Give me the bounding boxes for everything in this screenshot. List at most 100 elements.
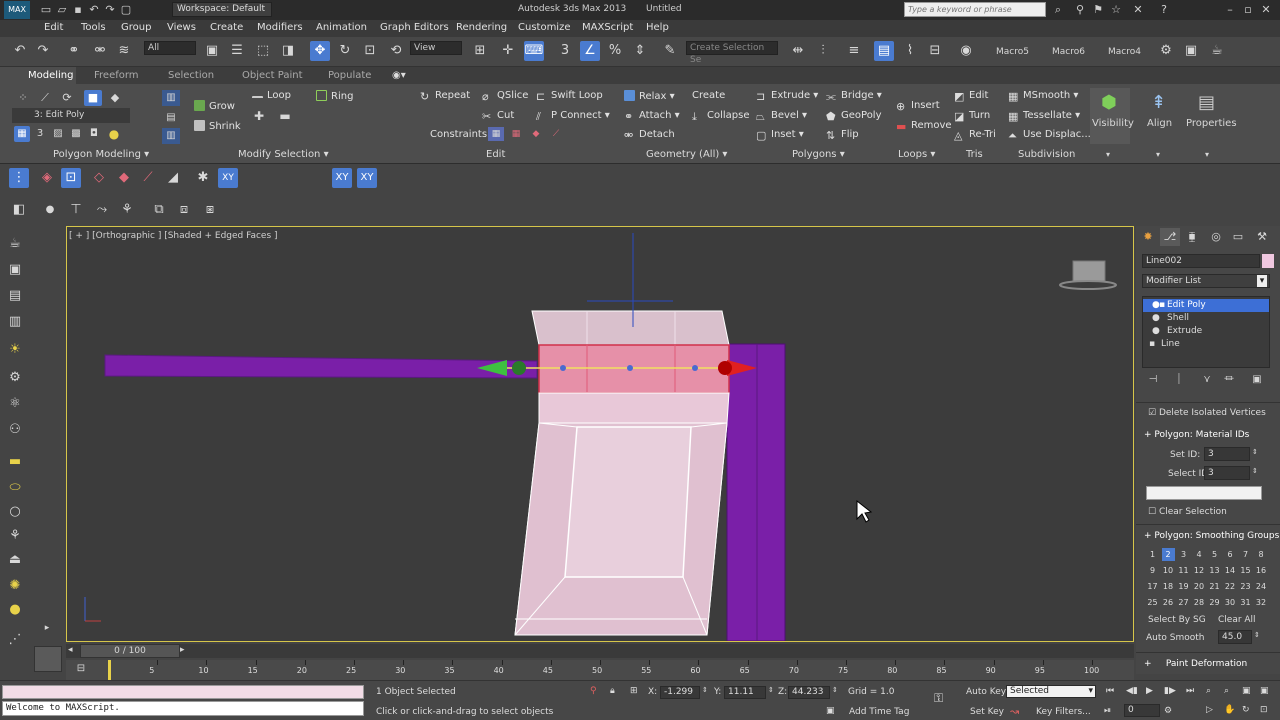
select-object-icon[interactable]: ▣: [202, 41, 222, 61]
render-production-icon[interactable]: ☕: [1207, 41, 1227, 61]
smoothing-group-1[interactable]: 1: [1146, 548, 1159, 561]
swift-loop-button[interactable]: ⊏ Swift Loop: [536, 90, 603, 103]
smoothing-group-19[interactable]: 19: [1177, 580, 1190, 593]
utilities-tab-icon[interactable]: ⚒: [1252, 228, 1272, 246]
tool-icon-6[interactable]: ⚙: [5, 368, 25, 388]
clone-align-icon[interactable]: ⧉: [149, 200, 169, 220]
motion-tab-icon[interactable]: ◎: [1206, 228, 1226, 246]
align-ribbon-button[interactable]: ⇞ Align: [1138, 88, 1180, 144]
pink-inset-face[interactable]: [564, 426, 692, 578]
smoothing-group-4[interactable]: 4: [1193, 548, 1206, 561]
auto-key-button[interactable]: Auto Key: [966, 687, 1006, 697]
y-coord-field[interactable]: 11.11: [724, 686, 766, 699]
select-by-name-icon[interactable]: ☰: [227, 41, 247, 61]
render-preset-icon[interactable]: ⧆: [200, 200, 220, 220]
loop-grow-icon[interactable]: ✚: [250, 108, 268, 124]
detach-button[interactable]: ⚮ Detach: [624, 129, 675, 142]
properties-expand-icon[interactable]: ▾: [1205, 150, 1209, 159]
goto-end-icon[interactable]: ⏭: [1186, 686, 1194, 696]
workspace-dropdown[interactable]: Workspace: Default: [172, 2, 272, 17]
select-and-move-icon[interactable]: ✥: [310, 41, 330, 61]
select-and-link-icon[interactable]: ⚭: [64, 41, 84, 61]
tool-icon-4[interactable]: ▥: [5, 312, 25, 332]
pin-stack-icon[interactable]: ⊣: [1144, 372, 1162, 388]
orthographic-viewport[interactable]: [66, 226, 1134, 642]
smoothing-group-18[interactable]: 18: [1162, 580, 1175, 593]
element-mode-icon[interactable]: ◆: [106, 90, 124, 106]
clear-selection-checkbox[interactable]: ☐ Clear Selection: [1148, 507, 1227, 517]
tessellate-button[interactable]: ▦ Tessellate ▾: [1008, 110, 1080, 123]
smoothing-group-28[interactable]: 28: [1193, 596, 1206, 609]
track-bar-icon[interactable]: ⊟: [72, 660, 90, 678]
smoothing-group-17[interactable]: 17: [1146, 580, 1159, 593]
y-spinner-arrows[interactable]: ⇕: [768, 686, 774, 694]
tab-populate[interactable]: Populate: [328, 70, 371, 81]
panel-loops[interactable]: Loops ▾: [898, 149, 935, 160]
visibility-button[interactable]: ⬢ Visibility: [1090, 88, 1134, 144]
smoothing-group-10[interactable]: 10: [1162, 564, 1175, 577]
time-configuration-icon[interactable]: ⚙: [1164, 706, 1172, 716]
smoothing-group-3[interactable]: 3: [1177, 548, 1190, 561]
menu-group[interactable]: Group: [121, 22, 151, 33]
show-end-result-icon[interactable]: ▦: [14, 126, 30, 142]
show-end-result-icon[interactable]: ⏐: [1170, 372, 1188, 388]
render-setup-icon[interactable]: ⚙: [1156, 41, 1176, 61]
panel-geometry[interactable]: Geometry (All) ▾: [646, 149, 727, 160]
spinner-snap-icon[interactable]: ⇕: [630, 41, 650, 61]
mirror-icon[interactable]: ⇹: [788, 41, 808, 61]
tool-icon-16[interactable]: ⋰: [5, 630, 25, 650]
constrain-plane-cycle-button[interactable]: XY: [357, 168, 377, 188]
snap-vertex-icon[interactable]: ⊡: [61, 168, 81, 188]
auto-smooth-threshold[interactable]: 45.0: [1218, 630, 1252, 644]
select-by-icon[interactable]: ▤: [162, 110, 180, 126]
tool-icon-3[interactable]: ▤: [5, 286, 25, 306]
new-file-icon[interactable]: ▭: [38, 3, 54, 17]
menu-help[interactable]: Help: [646, 22, 669, 33]
retri-button[interactable]: ◬ Re-Tri: [954, 129, 996, 142]
paint-deformation-rollout[interactable]: + Paint Deformation: [1144, 659, 1247, 669]
pivot-center-icon[interactable]: ⊞: [470, 41, 490, 61]
smoothing-group-32[interactable]: 32: [1255, 596, 1268, 609]
smoothing-group-29[interactable]: 29: [1208, 596, 1221, 609]
snap-pivot-icon[interactable]: ◈: [37, 168, 57, 188]
geopoly-button[interactable]: ⬟ GeoPoly: [826, 110, 882, 123]
use-soft-selection-icon[interactable]: ▩: [68, 126, 84, 142]
current-frame-marker[interactable]: [108, 660, 111, 680]
array-icon[interactable]: ⊤: [66, 200, 86, 220]
ring-button[interactable]: Ring: [316, 90, 353, 102]
tool-icon-10[interactable]: ⬭: [5, 478, 25, 498]
purple-beam[interactable]: [104, 354, 538, 379]
layers-icon[interactable]: ◧: [9, 200, 29, 220]
viewport-label[interactable]: [ + ] [Orthographic ] [Shaded + Edged Fa…: [69, 231, 278, 241]
delete-isolated-checkbox[interactable]: ☑ Delete Isolated Vertices: [1148, 408, 1266, 418]
z-coord-field[interactable]: 44.233: [788, 686, 830, 699]
time-tag-icon[interactable]: ▣: [826, 706, 835, 716]
render-to-texture-icon[interactable]: ⧈: [174, 200, 194, 220]
turn-button[interactable]: ◪ Turn: [954, 110, 990, 123]
tab-freeform[interactable]: Freeform: [94, 70, 139, 81]
save-icon[interactable]: ▪: [70, 3, 86, 17]
time-slider-next-icon[interactable]: ▸: [180, 645, 185, 655]
menu-modifiers[interactable]: Modifiers: [257, 22, 303, 33]
stack-item-line[interactable]: ▪ Line: [1143, 338, 1269, 351]
configure-sets-icon[interactable]: ▣: [1248, 372, 1266, 388]
constraint-normal-icon[interactable]: ⟋: [548, 127, 564, 141]
msmooth-button[interactable]: ▦ MSmooth ▾: [1008, 90, 1078, 103]
unlink-icon[interactable]: ⚮: [90, 41, 110, 61]
smoothing-group-12[interactable]: 12: [1193, 564, 1206, 577]
panel-polygon-modeling[interactable]: Polygon Modeling ▾: [53, 149, 149, 160]
menu-views[interactable]: Views: [167, 22, 196, 33]
maxscript-listener[interactable]: Welcome to MAXScript.: [2, 701, 364, 716]
undo-icon[interactable]: ↶: [86, 3, 102, 17]
menu-graph-editors[interactable]: Graph Editors: [380, 22, 449, 33]
add-time-tag-button[interactable]: Add Time Tag: [849, 707, 909, 717]
flip-button[interactable]: ⇅ Flip: [826, 129, 859, 142]
selection-filter-dropdown[interactable]: All: [144, 41, 196, 55]
communication-center-icon[interactable]: ⚑: [1090, 3, 1106, 17]
modifier-stack-dropdown[interactable]: 3: Edit Poly: [12, 108, 130, 123]
spacing-tool-icon[interactable]: ⚘: [117, 200, 137, 220]
place-icon[interactable]: ⟲: [386, 41, 406, 61]
favorites-icon[interactable]: ☆: [1108, 3, 1124, 17]
exchange-icon[interactable]: ✕: [1130, 3, 1146, 17]
app-logo-icon[interactable]: MAX: [4, 1, 30, 19]
